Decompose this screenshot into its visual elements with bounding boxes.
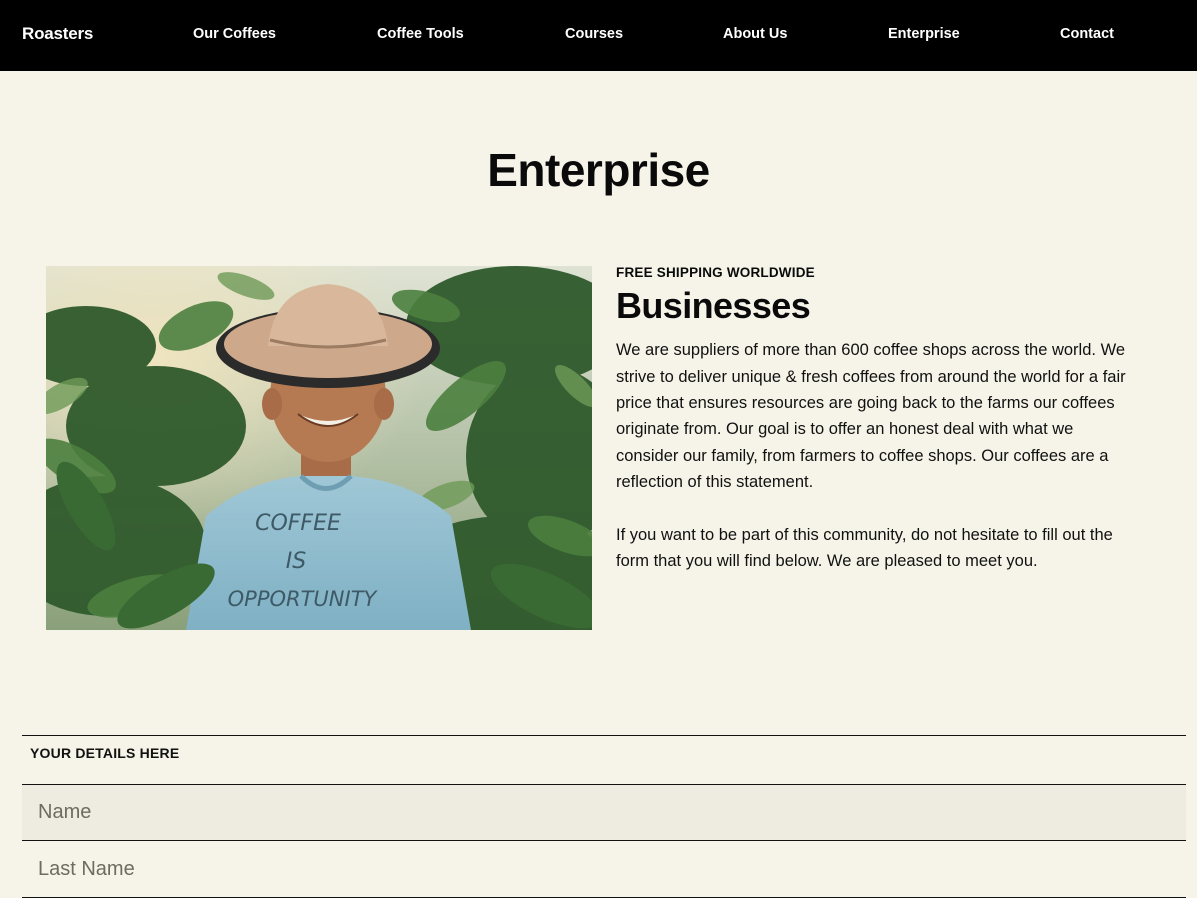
page-title: Enterprise [487, 144, 710, 196]
section-paragraph: We are suppliers of more than 600 coffee… [616, 341, 1126, 492]
nav-link-courses[interactable]: Courses [565, 26, 623, 42]
coffee-farmer-photo: COFFEE IS OPPORTUNITY [46, 266, 592, 630]
shirt-print-line-3: OPPORTUNITY [228, 587, 379, 611]
nav-link-coffee-tools[interactable]: Coffee Tools [377, 26, 464, 42]
nav-link-contact[interactable]: Contact [1060, 26, 1114, 42]
top-navbar: Roasters Our Coffees Coffee Tools Course… [0, 0, 1197, 71]
section-heading: Businesses [616, 285, 811, 326]
nav-link-enterprise[interactable]: Enterprise [888, 26, 960, 42]
section-eyebrow: FREE SHIPPING WORLDWIDE [616, 265, 815, 280]
name-input[interactable] [22, 784, 1186, 841]
nav-link-about-us[interactable]: About Us [723, 26, 787, 42]
shirt-print-line-2: IS [286, 549, 306, 574]
businesses-section: FREE SHIPPING WORLDWIDE Businesses We ar… [616, 265, 1136, 574]
last-name-input[interactable] [22, 841, 1186, 898]
nav-link-our-coffees[interactable]: Our Coffees [193, 26, 276, 42]
form-section-label: YOUR DETAILS HERE [22, 735, 1186, 784]
brand-logo-link[interactable]: Roasters [22, 24, 93, 44]
section-paragraph: If you want to be part of this community… [616, 525, 1113, 571]
business-details-form: YOUR DETAILS HERE [22, 735, 1186, 898]
shirt-print-line-1: COFFEE [255, 511, 341, 536]
